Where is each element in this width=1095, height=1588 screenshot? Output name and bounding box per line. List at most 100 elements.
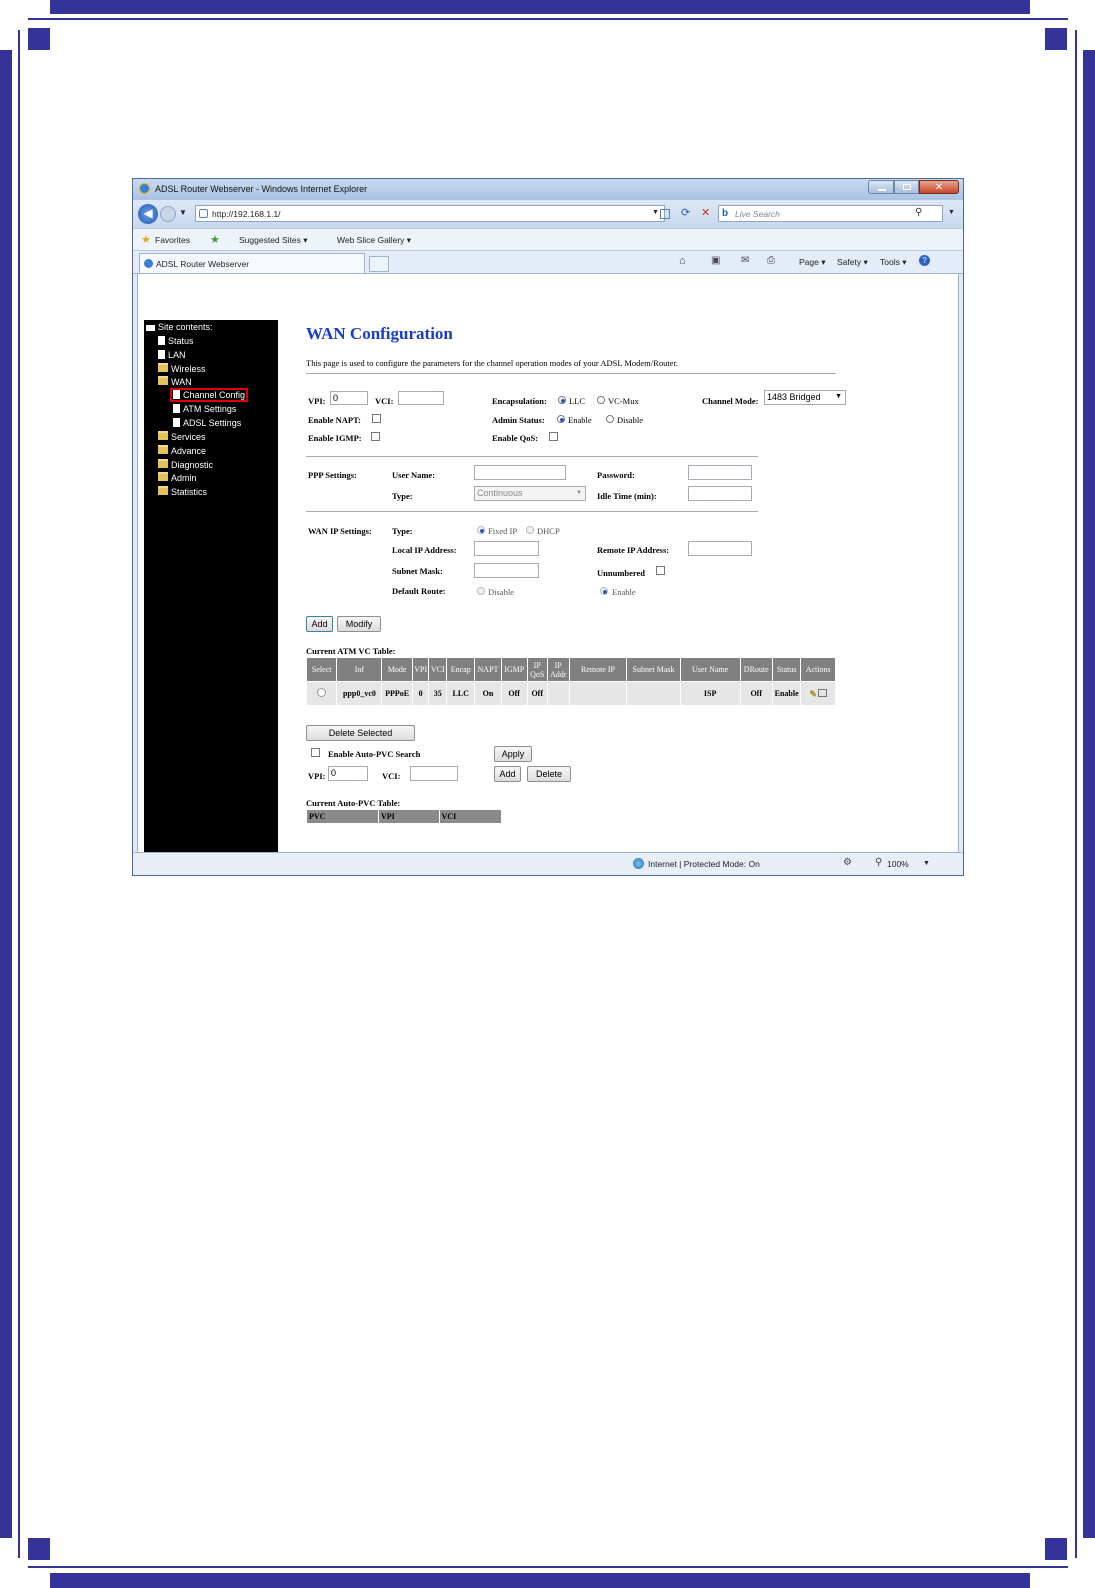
ppp-settings-label: PPP Settings: (308, 470, 357, 480)
sidebar-item-status[interactable]: Status (158, 336, 194, 346)
protected-mode-icon[interactable]: ⚙ (843, 857, 852, 868)
history-dropdown-icon[interactable]: ▼ (179, 208, 187, 217)
row-select-radio[interactable] (317, 688, 327, 697)
col-igmp: IGMP (500, 657, 528, 682)
search-options-icon[interactable]: ▼ (948, 209, 955, 216)
add-favorite-icon[interactable]: ★ (210, 233, 220, 246)
encap-vcmux-radio[interactable] (597, 396, 605, 404)
address-dropdown-icon[interactable]: ▼ (652, 209, 659, 216)
search-field[interactable]: b Live Search ⚲ (718, 205, 943, 222)
fixed-ip-radio[interactable] (477, 526, 485, 534)
sidebar-item-diagnostic[interactable]: Diagnostic (158, 459, 213, 470)
pvc-vpi-input[interactable]: 0 (328, 766, 368, 781)
admin-disable-radio[interactable] (606, 415, 614, 423)
sidebar-item-statistics[interactable]: Statistics (158, 486, 207, 497)
remote-ip-input[interactable] (688, 541, 752, 556)
safety-menu[interactable]: Safety ▾ (837, 257, 868, 268)
pvc-delete-button[interactable]: Delete (527, 766, 571, 782)
vpi-input[interactable]: 0 (330, 391, 368, 405)
ppp-type-select[interactable]: Continuous ▼ (474, 486, 586, 501)
password-input[interactable] (688, 465, 752, 480)
admin-enable-radio[interactable] (557, 415, 565, 423)
sidebar-item-advance[interactable]: Advance (158, 445, 206, 456)
auto-pvc-checkbox[interactable] (311, 748, 320, 757)
close-button[interactable]: ✕ (919, 180, 959, 194)
suggested-sites-link[interactable]: Suggested Sites ▾ (239, 235, 308, 246)
back-button[interactable]: ◀ (138, 204, 158, 224)
unnumbered-checkbox[interactable] (656, 566, 665, 575)
folder-icon (158, 363, 168, 372)
zoom-dropdown-icon[interactable]: ▼ (923, 860, 930, 867)
username-input[interactable] (474, 465, 566, 480)
col-remote-ip: Remote IP (568, 657, 628, 682)
stop-icon[interactable]: ✕ (701, 206, 710, 219)
idle-time-input[interactable] (688, 486, 752, 501)
forward-button[interactable] (160, 206, 176, 222)
compatibility-icon[interactable] (660, 209, 670, 219)
enable-napt-checkbox[interactable] (372, 414, 381, 423)
new-tab-button[interactable] (369, 256, 389, 272)
subnet-mask-label: Subnet Mask: (392, 566, 443, 576)
frame-inner-left (18, 30, 20, 1558)
address-field[interactable]: http://192.168.1.1/ ▼ (195, 205, 665, 222)
delete-row-icon[interactable] (817, 688, 827, 697)
col-ip-addr: IP Addr (546, 657, 570, 682)
vci-label: VCI: (375, 396, 394, 406)
page-menu[interactable]: Page ▾ (799, 257, 825, 268)
zoom-icon: ⚲ (875, 857, 883, 868)
delete-selected-button[interactable]: Delete Selected (306, 725, 415, 741)
print-icon[interactable]: ⎙ (767, 255, 775, 266)
sidebar-item-adsl-settings[interactable]: ADSL Settings (173, 418, 241, 428)
sidebar-item-channel-config[interactable]: Channel Config (170, 388, 249, 402)
default-route-disable-radio[interactable] (477, 587, 485, 595)
default-route-enable-radio[interactable] (600, 587, 608, 595)
remote-ip-label: Remote IP Address: (597, 545, 670, 555)
admin-enable-label: Enable (568, 415, 592, 425)
encap-llc-radio[interactable] (558, 396, 566, 404)
refresh-icon[interactable]: ⟳ (681, 206, 690, 219)
enable-igmp-checkbox[interactable] (371, 432, 380, 441)
feeds-icon[interactable]: ▣ (711, 255, 720, 266)
sidebar-item-lan[interactable]: LAN (158, 350, 186, 360)
browser-tab[interactable]: ADSL Router Webserver (139, 253, 365, 273)
sidebar-item-wan[interactable]: WAN (158, 376, 192, 387)
auto-pvc-table: PVC VPI VCI (306, 809, 503, 824)
edit-icon[interactable]: ✎ (809, 689, 817, 699)
home-icon[interactable]: ⌂ (679, 255, 686, 267)
pvc-add-button[interactable]: Add (494, 766, 521, 782)
subnet-mask-input[interactable] (474, 563, 539, 578)
mail-icon[interactable]: ✉ (741, 255, 749, 266)
frame-corner-bl (28, 1538, 50, 1560)
maximize-button[interactable] (894, 180, 919, 194)
default-route-label: Default Route: (392, 586, 446, 596)
dhcp-radio[interactable] (526, 526, 534, 534)
modify-button[interactable]: Modify (337, 616, 381, 632)
row-remote-ip (568, 681, 628, 706)
row-inf: ppp0_vc0 (336, 681, 383, 706)
add-button[interactable]: Add (306, 616, 333, 632)
tab-ie-icon (144, 259, 153, 268)
minimize-button[interactable] (868, 180, 894, 194)
help-icon[interactable]: ? (919, 255, 930, 266)
tools-menu[interactable]: Tools ▾ (880, 257, 906, 268)
web-slice-gallery-link[interactable]: Web Slice Gallery ▾ (337, 235, 411, 246)
pvc-vci-input[interactable] (410, 766, 458, 781)
address-bar-row: ◀ ▼ http://192.168.1.1/ ▼ ⟳ ✕ b Live Sea… (133, 200, 963, 228)
sidebar-item-services[interactable]: Services (158, 431, 206, 442)
zoom-level[interactable]: 100% (887, 859, 909, 869)
favorites-button[interactable]: Favorites (155, 235, 190, 245)
sidebar-item-wireless[interactable]: Wireless (158, 363, 206, 374)
sidebar-item-atm-settings[interactable]: ATM Settings (173, 404, 236, 414)
channel-mode-select[interactable]: 1483 Bridged ▼ (764, 390, 846, 405)
pvc-vci-label: VCI: (382, 771, 401, 781)
enable-qos-checkbox[interactable] (549, 432, 558, 441)
local-ip-input[interactable] (474, 541, 539, 556)
local-ip-label: Local IP Address: (392, 545, 457, 555)
table-row: ppp0_vc0 PPPoE 0 35 LLC On Off Off ISP O… (305, 681, 836, 706)
sidebar-item-admin[interactable]: Admin (158, 472, 197, 483)
vci-input[interactable] (398, 391, 444, 405)
apply-button[interactable]: Apply (494, 746, 532, 762)
encap-vcmux-label: VC-Mux (608, 396, 639, 406)
search-icon[interactable]: ⚲ (915, 207, 922, 218)
enable-napt-label: Enable NAPT: (308, 415, 361, 425)
